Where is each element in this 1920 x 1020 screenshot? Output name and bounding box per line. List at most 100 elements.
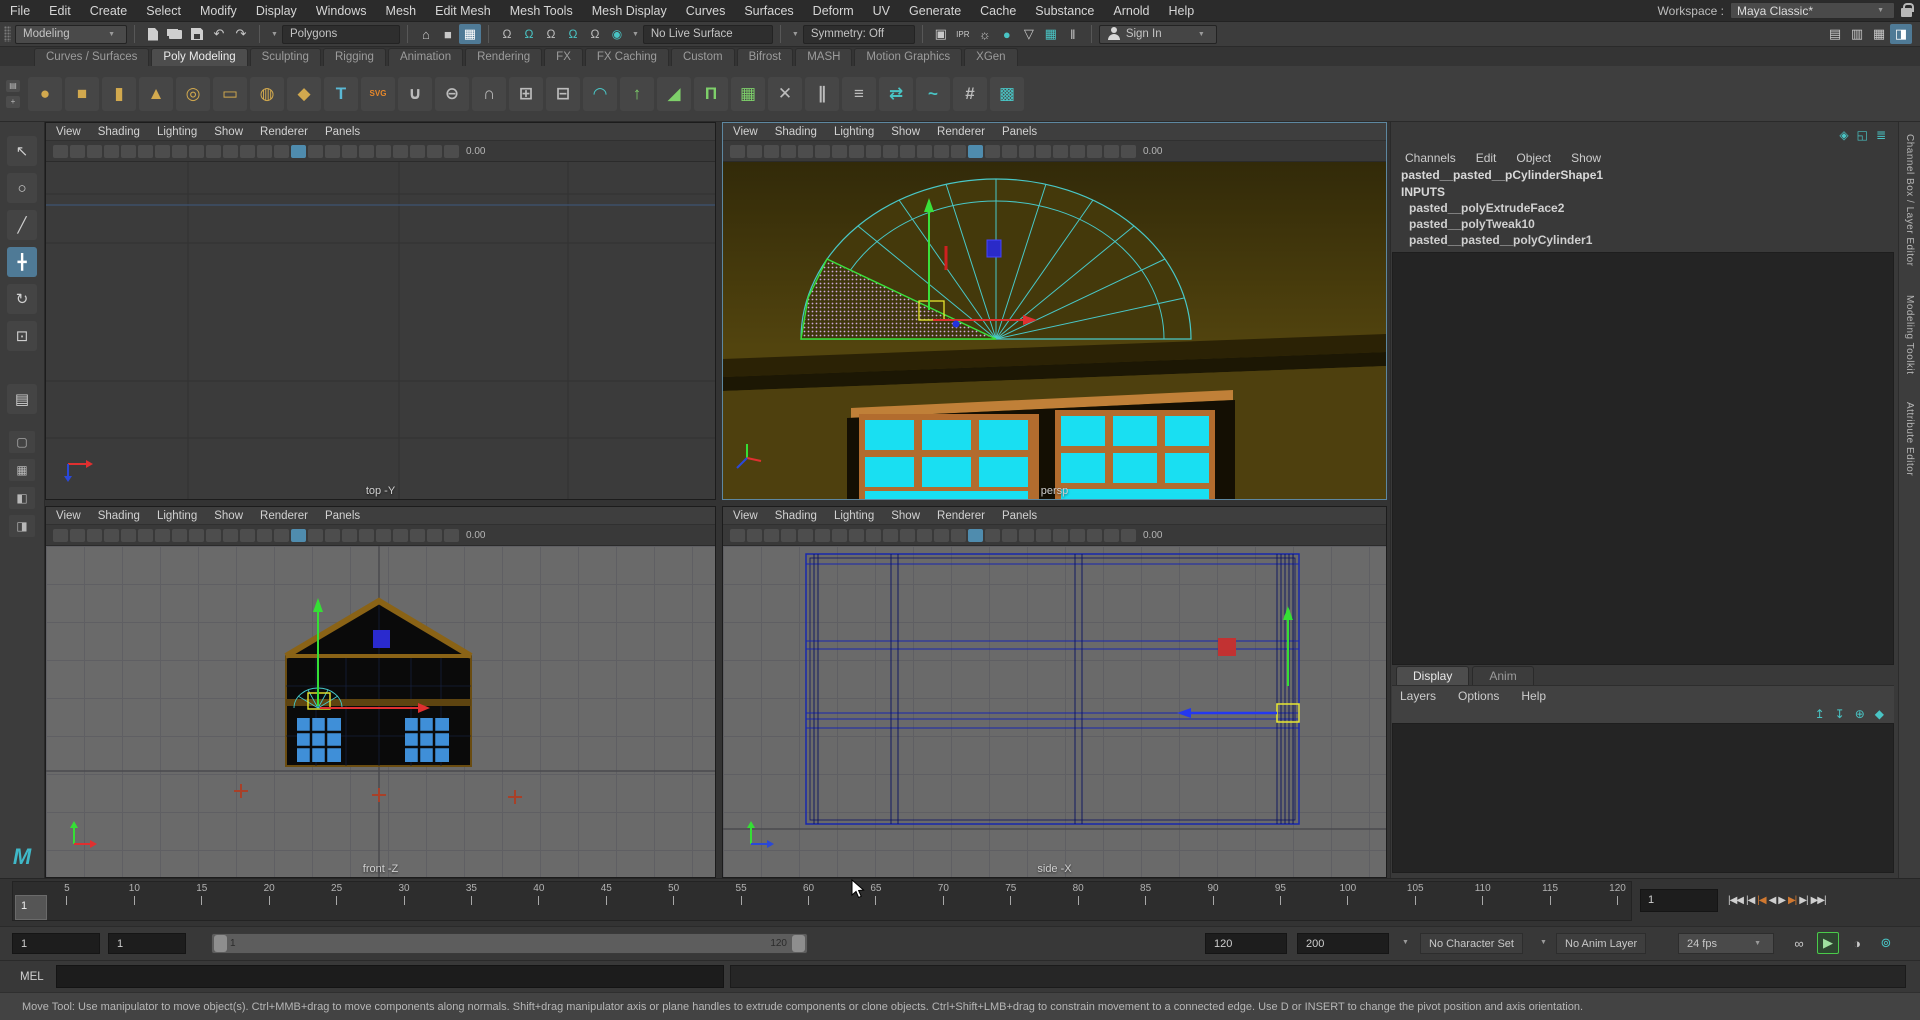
platonic-solid-icon[interactable]: ◆ (287, 76, 321, 111)
timeline-tick-75[interactable]: 75 (1001, 882, 1021, 920)
menu-item-mesh[interactable]: Mesh (386, 4, 417, 18)
poly-torus-icon[interactable]: ◎ (176, 76, 210, 111)
shelf-tab-mash[interactable]: MASH (795, 48, 853, 66)
shelf-menu-icon[interactable]: + (6, 95, 20, 108)
isolate-select-icon[interactable] (1104, 144, 1119, 158)
command-line-input[interactable] (55, 965, 724, 988)
isolate-select-icon[interactable] (427, 144, 442, 158)
scale-tool-icon[interactable]: ⊡ (7, 321, 37, 351)
camera-select-icon[interactable] (53, 528, 68, 542)
viewport-top-canvas[interactable]: top -Y (46, 162, 715, 499)
two-d-pan-zoom-icon[interactable] (798, 144, 813, 158)
workspace-dropdown[interactable]: Maya Classic* ▼ (1730, 2, 1895, 19)
two-d-pan-zoom-icon[interactable] (121, 144, 136, 158)
shelf-tab-poly-modeling[interactable]: Poly Modeling (151, 48, 248, 66)
status-line-grip[interactable] (4, 26, 11, 42)
layer-menu-options[interactable]: Options (1458, 689, 1499, 703)
shelf-tab-rigging[interactable]: Rigging (322, 48, 386, 66)
strip-attribute-editor-label[interactable]: Attribute Editor (1904, 402, 1915, 476)
cb-input-pasted-polyextrudeface2[interactable]: pasted__polyExtrudeFace2 (1393, 201, 1896, 217)
viewport-front-canvas[interactable]: front -Z (46, 546, 715, 877)
field-chart-icon[interactable] (900, 528, 915, 542)
retopologize-icon[interactable]: ▩ (990, 76, 1024, 111)
shelf-tab-custom[interactable]: Custom (670, 48, 735, 66)
snap-to-view-plane-icon[interactable]: Ω (584, 24, 606, 44)
remesh-icon[interactable]: # (953, 76, 987, 111)
vp-menu-show[interactable]: Show (891, 510, 920, 522)
vp-menu-view[interactable]: View (733, 126, 758, 138)
grease-pencil-icon[interactable] (815, 528, 830, 542)
timeline-tick-90[interactable]: 90 (1203, 882, 1223, 920)
camera-bookmark-icon[interactable] (87, 528, 102, 542)
range-slider[interactable]: 1 120 (211, 933, 808, 954)
layout-single-pane-icon[interactable]: ▢ (9, 431, 35, 453)
vp-menu-shading[interactable]: Shading (98, 510, 140, 522)
shelf-tab-list-icon[interactable]: ▤ (6, 79, 20, 92)
gate-mask-icon[interactable] (206, 528, 221, 542)
exposure-toggle-icon[interactable] (1121, 528, 1136, 542)
range-start-handle[interactable] (214, 935, 227, 952)
poly-sphere-icon[interactable]: ● (28, 76, 62, 111)
image-plane-icon[interactable] (104, 528, 119, 542)
hypershade-icon[interactable]: ● (996, 24, 1018, 44)
xray-display-icon[interactable] (410, 144, 425, 158)
viewport-top[interactable]: View Shading Lighting Show Renderer Panels 0.… (45, 122, 716, 500)
menu-item-help[interactable]: Help (1169, 4, 1195, 18)
timeline-tick-115[interactable]: 115 (1540, 882, 1560, 920)
shaded-display-icon[interactable] (968, 144, 983, 158)
timeline-tick-120[interactable]: 120 (1608, 882, 1628, 920)
select-object-icon[interactable]: ■ (437, 24, 459, 44)
safe-title-icon[interactable] (934, 528, 949, 542)
menu-set-dropdown[interactable]: Modeling ▼ (15, 24, 127, 44)
grease-pencil-icon[interactable] (815, 144, 830, 158)
screen-space-ao-icon[interactable] (1036, 528, 1051, 542)
resolution-gate-icon[interactable] (189, 144, 204, 158)
exposure-toggle-icon[interactable] (1121, 144, 1136, 158)
cb-pop-out-icon[interactable]: ◱ (1857, 128, 1868, 142)
gate-mask-icon[interactable] (883, 528, 898, 542)
step-back-frame-button[interactable]: |◀ (1746, 895, 1755, 906)
smooth-icon[interactable]: ◠ (583, 76, 617, 111)
use-all-lights-icon[interactable] (325, 528, 340, 542)
chevron-down-icon[interactable]: ▼ (1402, 939, 1409, 946)
vp-menu-view[interactable]: View (56, 510, 81, 522)
animation-end-field[interactable]: 120 (1205, 933, 1287, 954)
auto-keyframe-icon[interactable]: ⊚ (1875, 932, 1897, 954)
step-forward-key-button[interactable]: ▶| (1788, 895, 1797, 906)
screen-space-ao-icon[interactable] (1036, 144, 1051, 158)
vp-menu-panels[interactable]: Panels (325, 126, 360, 138)
select-hierarchy-icon[interactable]: ⌂ (415, 24, 437, 44)
timeline-tick-15[interactable]: 15 (192, 882, 212, 920)
menu-item-file[interactable]: File (10, 4, 30, 18)
timeline-tick-105[interactable]: 105 (1405, 882, 1425, 920)
vp-menu-renderer[interactable]: Renderer (260, 126, 308, 138)
use-all-lights-icon[interactable] (1002, 144, 1017, 158)
field-chart-icon[interactable] (900, 144, 915, 158)
camera-select-icon[interactable] (53, 144, 68, 158)
cb-menu-show[interactable]: Show (1571, 151, 1601, 165)
select-tool-icon[interactable]: ↖ (7, 136, 37, 166)
menu-item-surfaces[interactable]: Surfaces (744, 4, 793, 18)
camera-attributes-icon[interactable] (747, 144, 762, 158)
exposure-toggle-icon[interactable] (444, 144, 459, 158)
menu-item-cache[interactable]: Cache (980, 4, 1016, 18)
vp-menu-renderer[interactable]: Renderer (260, 510, 308, 522)
timeline-tick-45[interactable]: 45 (596, 882, 616, 920)
sign-in-dropdown[interactable]: Sign In ▼ (1098, 24, 1217, 44)
toggle-channel-box-icon[interactable]: ◨ (1890, 24, 1912, 44)
menu-item-display[interactable]: Display (256, 4, 297, 18)
render-settings-icon[interactable]: ☼ (974, 24, 996, 44)
safe-action-icon[interactable] (240, 144, 255, 158)
bridge-icon[interactable]: Π (694, 76, 728, 111)
camera-select-icon[interactable] (730, 144, 745, 158)
safe-action-icon[interactable] (917, 528, 932, 542)
new-layer-from-selected-icon[interactable]: ⊕ (1855, 707, 1865, 721)
two-d-pan-zoom-icon[interactable] (798, 528, 813, 542)
safe-action-icon[interactable] (240, 528, 255, 542)
save-scene-icon[interactable] (186, 24, 208, 44)
channel-box-content[interactable] (1392, 252, 1894, 665)
gate-mask-icon[interactable] (206, 144, 221, 158)
snap-to-curves-icon[interactable]: Ω (518, 24, 540, 44)
character-set-dropdown[interactable]: No Character Set (1420, 933, 1523, 954)
grid-toggle-icon[interactable] (155, 144, 170, 158)
